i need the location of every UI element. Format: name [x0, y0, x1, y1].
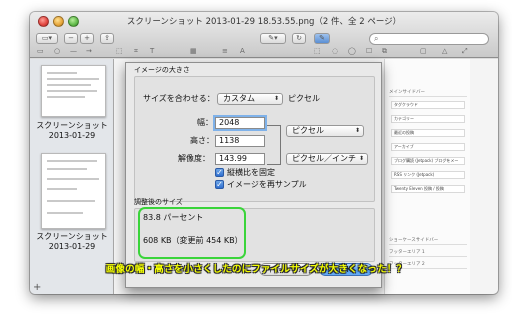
rotate-button[interactable]: ↻ — [292, 33, 306, 44]
updown-arrow-icon: ⬍ — [273, 95, 279, 102]
thumbnail-1-date: 2013-01-29 — [48, 131, 96, 140]
zoom-out-button[interactable]: − — [64, 33, 78, 44]
resolution-unit-value: ピクセル／インチ — [292, 154, 356, 163]
fit-label: サイズを合わせる： — [143, 94, 215, 103]
widget-item: カテゴリー — [391, 115, 465, 123]
width-field[interactable]: 2048 — [215, 117, 265, 129]
size-unit-popup[interactable]: ピクセル ⬍ — [286, 125, 364, 137]
view-button[interactable]: ▭▾ — [36, 33, 58, 44]
width-label: 幅： — [197, 118, 213, 127]
border-icon[interactable]: ▢ — [420, 47, 427, 55]
thumbnail-sidebar: スクリーンショット 2013-01-29 スクリーンショット 2013-01-2… — [30, 59, 114, 294]
annotation-caption: 画像の幅・高さを小さくしたのにファイルサイズが大きくなった！？ — [105, 264, 407, 275]
widget-item: アーカイブ — [391, 143, 465, 151]
add-button[interactable]: + — [33, 282, 41, 293]
edit-toolbar-button[interactable]: ✎ — [314, 33, 330, 44]
widget-panel: メインサイドバー タグクラウド カテゴリー 最近の投稿 アーカイブ ブログ購読 … — [384, 59, 470, 294]
adjust-icon[interactable]: △ — [442, 47, 447, 55]
mask-icon[interactable]: ⧉ — [382, 47, 387, 56]
zoom-in-button[interactable]: + — [80, 33, 94, 44]
loupe-icon[interactable]: ◌ — [332, 47, 338, 55]
updown-arrow-icon: ⬍ — [354, 127, 360, 134]
widget-item: タグクラウド — [391, 101, 465, 109]
widget-heading: フッターエリア 1 — [389, 249, 467, 257]
resample-checkbox[interactable]: ✓ — [215, 180, 224, 189]
widget-item: ブログ購読 (Jetpack) ブログをメー — [391, 157, 465, 165]
window-title: スクリーンショット 2013-01-29 18.53.55.png（2 件、全 … — [126, 17, 402, 27]
annotation-toolbar: ▭ ○ — → ⬚ ⌗ T ▦ ≡ A ⬚ ◌ ◯ ☐ ⧉ ▢ △ ⤢ — [30, 47, 498, 58]
thumbnail-1-caption: スクリーンショット — [36, 121, 108, 130]
thumbnail-2[interactable] — [41, 153, 106, 229]
highlight-box — [138, 207, 246, 259]
proportion-lock-icon — [267, 125, 281, 165]
selection-icon[interactable]: ⬚ — [116, 47, 123, 55]
resolution-unit-popup[interactable]: ピクセル／インチ ⬍ — [286, 153, 368, 165]
section-size-title: イメージの大きさ — [134, 66, 190, 74]
thumbnail-1[interactable] — [41, 65, 106, 117]
font-icon[interactable]: A — [240, 47, 245, 55]
proportional-checkbox[interactable]: ✓ — [215, 168, 224, 177]
size-unit-value: ピクセル — [292, 126, 324, 135]
thumbnail-2-date: 2013-01-29 — [48, 242, 96, 251]
proportional-label: 縦横比を固定 — [227, 168, 275, 177]
search-icon: ⌕ — [374, 34, 379, 43]
widget-heading: ショーケースサイドバー — [389, 237, 467, 245]
updown-arrow-icon: ⬍ — [358, 155, 364, 162]
section-result-title: 調整後のサイズ — [134, 198, 183, 206]
widget-heading: メインサイドバー — [389, 89, 467, 97]
speech-bubble-icon[interactable]: ◯ — [348, 47, 356, 55]
color-picker-icon[interactable]: ▦ — [190, 47, 197, 55]
thumbnail-2-caption: スクリーンショット — [36, 232, 108, 241]
oval-shape-icon[interactable]: ○ — [54, 47, 60, 55]
crop-icon[interactable]: ⌗ — [134, 47, 138, 56]
widget-item: 最近の投稿 — [391, 129, 465, 137]
adjust-size-icon[interactable]: ⤢ — [462, 47, 468, 56]
height-field[interactable]: 1138 — [215, 135, 265, 147]
line-style-icon[interactable]: ≡ — [222, 47, 228, 55]
fit-popup[interactable]: カスタム ⬍ — [217, 93, 283, 105]
resolution-label: 解像度： — [178, 154, 210, 163]
widget-item: RSS リンク (Jetpack) — [391, 171, 465, 179]
annotate-button[interactable]: ✎▾ — [260, 33, 286, 44]
share-button[interactable]: ⇪ — [100, 33, 114, 44]
fit-unit: ピクセル — [288, 94, 320, 103]
resolution-field[interactable]: 143.99 — [215, 153, 265, 165]
text-tool-icon[interactable]: T — [150, 47, 154, 55]
rect-shape-icon[interactable]: ▭ — [37, 47, 44, 55]
fit-value: カスタム — [223, 94, 255, 103]
note-icon[interactable]: ☐ — [366, 47, 372, 55]
shape-tool-icon[interactable]: ⬚ — [314, 47, 321, 55]
widget-item: Twenty Eleven 投稿 / 投稿 — [391, 185, 465, 193]
search-field[interactable]: ⌕ — [369, 33, 489, 45]
line-shape-icon[interactable]: — — [70, 47, 77, 55]
height-label: 高さ： — [190, 136, 214, 145]
resample-label: イメージを再サンプル — [227, 180, 307, 189]
arrow-shape-icon[interactable]: → — [86, 47, 92, 55]
